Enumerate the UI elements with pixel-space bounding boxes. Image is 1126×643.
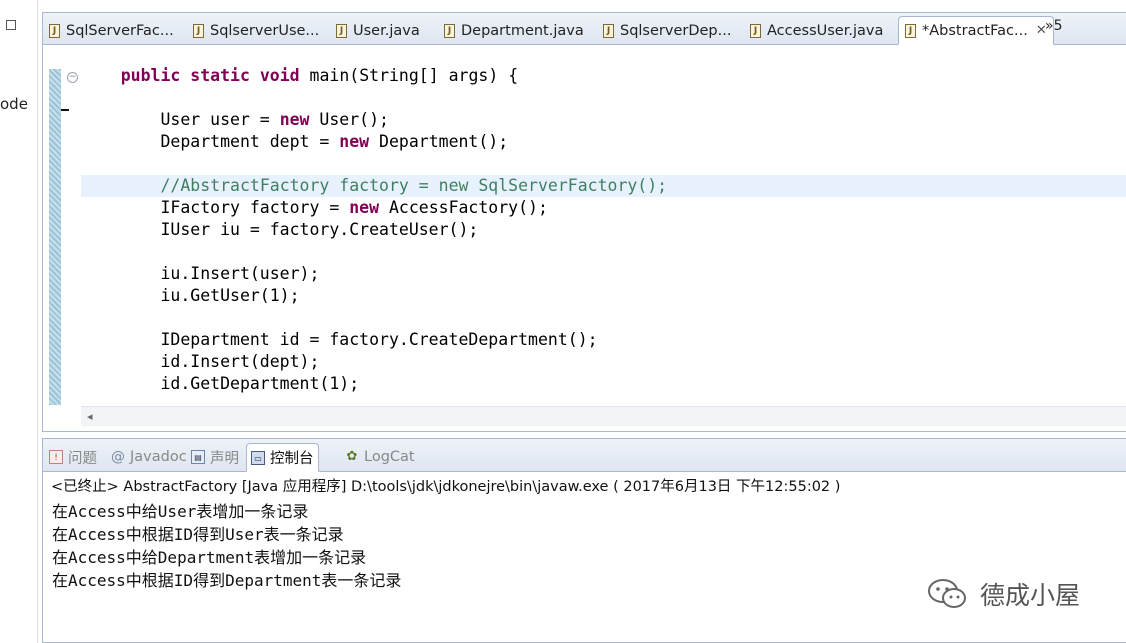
- java-file-icon: J: [750, 23, 761, 38]
- watermark-text: 德成小屋: [980, 581, 1081, 610]
- code-line[interactable]: IUser iu = factory.CreateUser();: [81, 219, 1126, 241]
- tab-department-java[interactable]: J Department.java: [444, 16, 584, 45]
- code-line[interactable]: id.GetDepartment(1);: [81, 373, 1126, 395]
- editor-tab-bar: J SqlServerFac... J SqlserverUse... J Us…: [43, 13, 1126, 45]
- tab-label: Department.java: [461, 22, 584, 39]
- code-line[interactable]: IDepartment id = factory.CreateDepartmen…: [81, 329, 1126, 351]
- fold-collapse-icon[interactable]: −: [67, 72, 78, 83]
- logcat-icon: ✿: [346, 449, 358, 464]
- tab-declaration[interactable]: ▤ 声明: [191, 445, 239, 469]
- tab-logcat[interactable]: ✿ LogCat: [345, 445, 415, 469]
- java-file-icon: J: [49, 23, 60, 38]
- scroll-left-icon[interactable]: ◂: [87, 410, 93, 423]
- tab-label: SqlserverDep...: [620, 22, 732, 39]
- text-cursor: [61, 109, 69, 111]
- tab-sqlserverdepartment[interactable]: J SqlserverDep...: [603, 16, 731, 45]
- tab-label: SqlServerFac...: [66, 22, 174, 39]
- java-file-icon: J: [905, 23, 916, 38]
- code-line[interactable]: [81, 87, 1126, 109]
- problems-icon: !: [49, 450, 63, 464]
- code-line[interactable]: public static void main(String[] args) {: [81, 65, 1126, 87]
- watermark: 德成小屋: [926, 576, 1080, 612]
- code-editor: J SqlServerFac... J SqlserverUse... J Us…: [42, 12, 1126, 432]
- at-icon: @: [111, 449, 125, 465]
- code-line[interactable]: User user = new User();: [81, 109, 1126, 131]
- console-output-line: 在Access中根据ID得到User表一条记录: [52, 525, 344, 544]
- code-line[interactable]: [81, 153, 1126, 175]
- code-line[interactable]: id.Insert(dept);: [81, 351, 1126, 373]
- outline-panel: ode: [0, 0, 38, 643]
- java-file-icon: J: [444, 23, 455, 38]
- console-output-line: 在Access中根据ID得到Department表一条记录: [52, 571, 402, 590]
- code-line[interactable]: [81, 241, 1126, 263]
- tab-console[interactable]: ▭ 控制台: [246, 443, 319, 472]
- code-line[interactable]: iu.Insert(user);: [81, 263, 1126, 285]
- tab-problems[interactable]: ! 问题: [49, 445, 97, 469]
- code-line[interactable]: //AbstractFactory factory = new SqlServe…: [81, 175, 1126, 197]
- java-file-icon: J: [603, 23, 614, 38]
- tab-label: Javadoc: [130, 449, 187, 465]
- ide-window: ode J SqlServerFac... J SqlserverUse... …: [0, 0, 1126, 643]
- tab-overflow-button[interactable]: »5: [1045, 18, 1062, 34]
- wechat-icon: [928, 579, 966, 608]
- minimize-icon[interactable]: [6, 20, 16, 30]
- console-panel: ! 问题 @ Javadoc ▤ 声明 ▭ 控制台 ✿ LogCat <已终止>…: [42, 438, 1126, 643]
- tab-sqlserverfactory[interactable]: J SqlServerFac...: [49, 16, 174, 45]
- code-line[interactable]: iu.GetUser(1);: [81, 285, 1126, 307]
- tab-accessuser-java[interactable]: J AccessUser.java: [750, 16, 883, 45]
- console-icon: ▭: [251, 450, 265, 465]
- tab-label: LogCat: [364, 449, 415, 465]
- tab-javadoc[interactable]: @ Javadoc: [111, 445, 187, 469]
- console-output-line: 在Access中给User表增加一条记录: [52, 502, 309, 521]
- java-file-icon: J: [193, 23, 204, 38]
- change-ruler: [49, 69, 61, 405]
- tab-label: User.java: [353, 22, 420, 39]
- tab-label: AccessUser.java: [767, 22, 884, 39]
- code-line[interactable]: IFactory factory = new AccessFactory();: [81, 197, 1126, 219]
- outline-label: ode: [0, 95, 28, 113]
- declaration-icon: ▤: [191, 450, 205, 464]
- console-tab-bar: ! 问题 @ Javadoc ▤ 声明 ▭ 控制台 ✿ LogCat: [43, 439, 1126, 472]
- console-process-header: <已终止> AbstractFactory [Java 应用程序] D:\too…: [51, 479, 841, 495]
- horizontal-scrollbar[interactable]: ◂: [81, 406, 1126, 426]
- console-output-line: 在Access中给Department表增加一条记录: [52, 548, 367, 567]
- code-area[interactable]: public static void main(String[] args) {…: [81, 65, 1126, 395]
- tab-label: *AbstractFac...: [922, 22, 1028, 39]
- tab-label: SqlserverUse...: [210, 22, 320, 39]
- code-line[interactable]: [81, 307, 1126, 329]
- java-file-icon: J: [336, 23, 347, 38]
- tab-label: 声明: [210, 450, 239, 467]
- code-line[interactable]: Department dept = new Department();: [81, 131, 1126, 153]
- tab-label: 问题: [68, 450, 97, 467]
- tab-label: 控制台: [270, 451, 314, 467]
- tab-abstractfactory[interactable]: J *AbstractFac... ✕: [898, 16, 1054, 45]
- tab-sqlserveruser[interactable]: J SqlserverUse...: [193, 16, 319, 45]
- tab-user-java[interactable]: J User.java: [336, 16, 420, 45]
